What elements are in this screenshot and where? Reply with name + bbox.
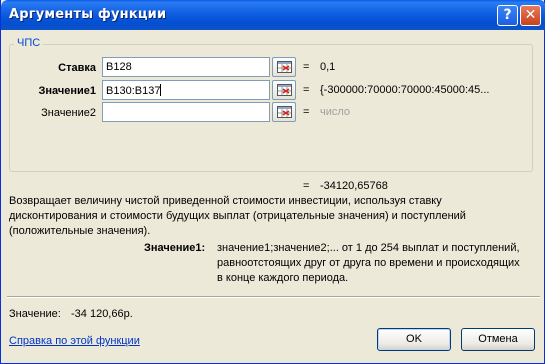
equals-sign: = xyxy=(303,106,310,118)
collapse-dialog-icon xyxy=(277,61,292,73)
value-text: -34 120,66р. xyxy=(71,308,133,320)
value2-result-type: число xyxy=(320,106,351,118)
description-line: дисконтирования и стоимости будущих выпл… xyxy=(9,210,466,222)
argument-help-name: Значение1: xyxy=(144,242,206,254)
collapse-dialog-icon xyxy=(277,106,292,118)
rate-collapse-button[interactable] xyxy=(272,57,296,77)
function-name-label: ЧПС xyxy=(14,37,44,49)
function-description: Возвращает величину чистой приведенной с… xyxy=(9,194,539,239)
value2-input[interactable] xyxy=(102,102,270,122)
value1-result: {-300000:70000:70000:45000:45... xyxy=(320,84,490,96)
separator xyxy=(7,296,540,298)
equals-sign: = xyxy=(303,84,310,96)
arg-label-value1: Значение1 xyxy=(38,85,96,97)
collapse-dialog-icon xyxy=(277,84,292,96)
close-icon: ✕ xyxy=(524,7,537,23)
text-cursor xyxy=(160,84,162,96)
description-line: (положительные значения). xyxy=(9,225,151,237)
rate-result: 0,1 xyxy=(320,61,336,73)
help-button[interactable]: ? xyxy=(497,5,518,26)
equals-sign: = xyxy=(303,61,310,73)
value1-input-text: B130:B137 xyxy=(106,85,161,97)
arg-label-rate: Ставка xyxy=(58,62,96,74)
function-arguments-dialog: Аргументы функции ? ✕ ЧПС Ставка B128 = … xyxy=(0,0,545,364)
description-line: Возвращает величину чистой приведенной с… xyxy=(9,195,442,207)
value-label: Значение: xyxy=(9,308,61,320)
argument-help-line: в конце каждого периода. xyxy=(217,272,349,284)
value2-collapse-button[interactable] xyxy=(272,102,296,122)
equals-sign: = xyxy=(303,180,310,192)
argument-help-line: равноотстоящих друг от друга по времени … xyxy=(217,257,520,269)
value1-input[interactable]: B130:B137 xyxy=(102,80,270,100)
formula-result: -34120,65768 xyxy=(320,180,388,192)
window-title: Аргументы функции xyxy=(9,7,167,22)
rate-input[interactable]: B128 xyxy=(102,57,270,77)
question-mark-icon: ? xyxy=(503,7,512,23)
value1-collapse-button[interactable] xyxy=(272,80,296,100)
cancel-button[interactable]: Отмена xyxy=(461,328,535,351)
arg-label-value2: Значение2 xyxy=(41,107,96,119)
argument-help-line: значение1;значение2;... от 1 до 254 выпл… xyxy=(217,242,520,254)
close-button[interactable]: ✕ xyxy=(520,5,541,26)
title-bar[interactable]: Аргументы функции ? ✕ xyxy=(1,0,545,30)
ok-button[interactable]: OK xyxy=(377,328,451,351)
function-help-link[interactable]: Справка по этой функции xyxy=(9,335,140,347)
argument-help-text: значение1;значение2;... от 1 до 254 выпл… xyxy=(217,241,537,286)
